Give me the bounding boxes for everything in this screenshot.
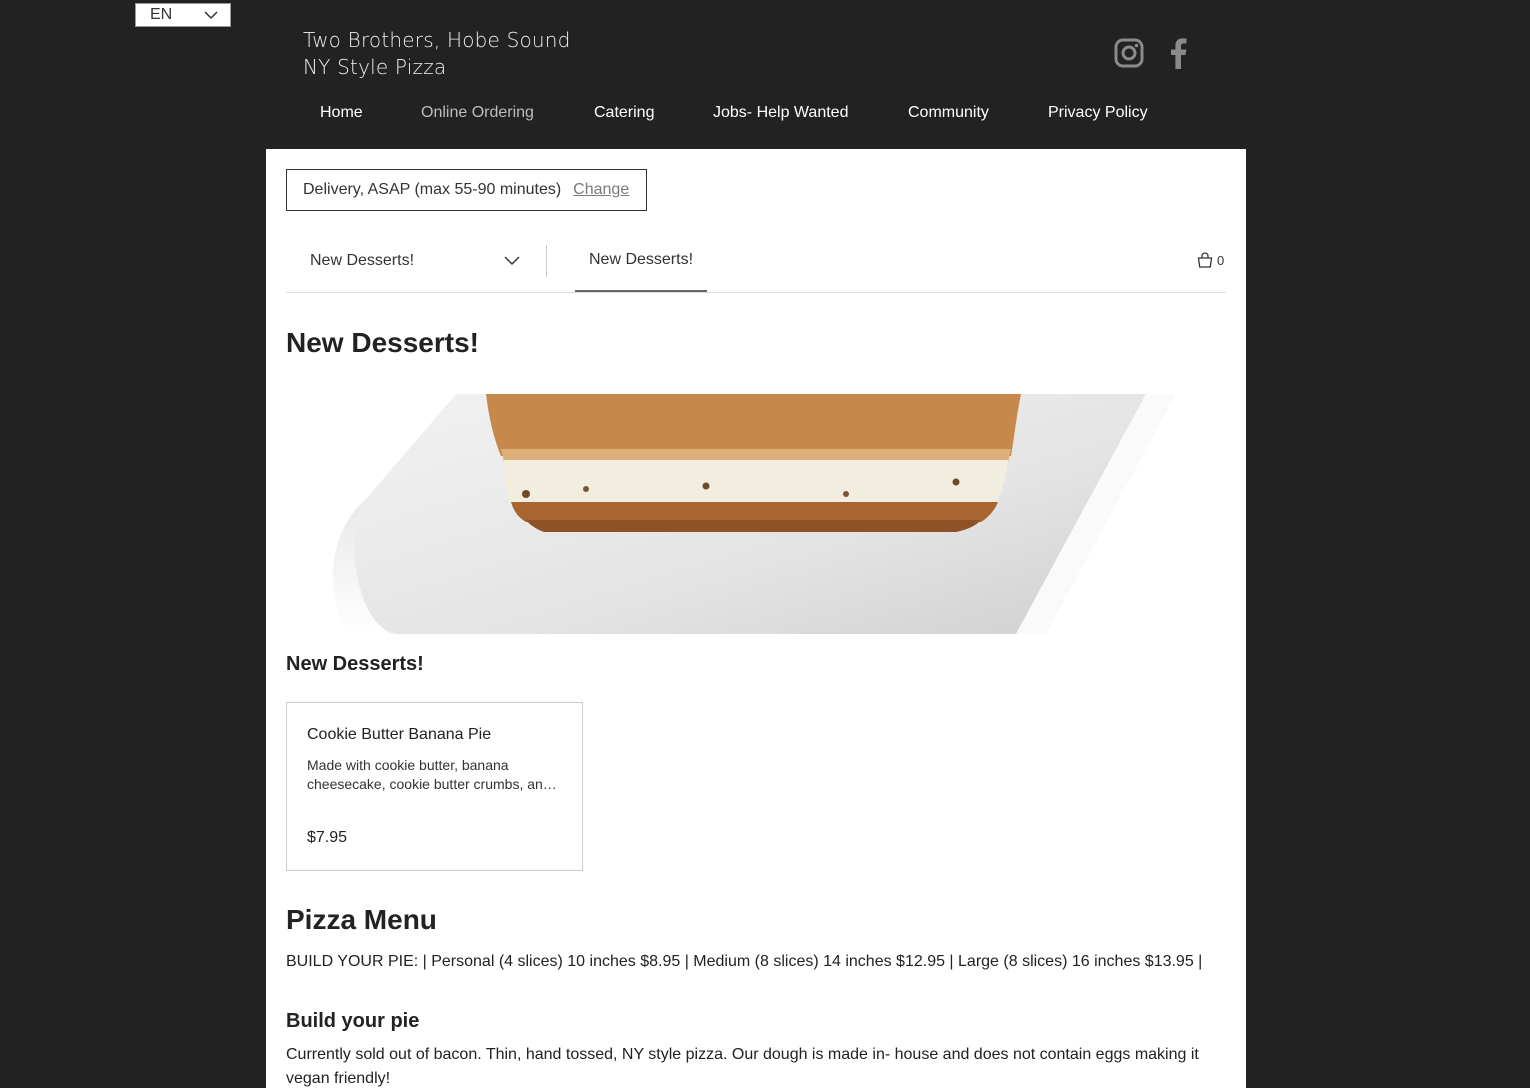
language-selector[interactable]: EN [135, 3, 231, 27]
shopping-bag-icon [1197, 252, 1213, 268]
build-your-pie-description: Currently sold out of bacon. Thin, hand … [286, 1046, 1199, 1087]
menu-bar-divider [546, 245, 547, 277]
facebook-icon [1171, 38, 1187, 69]
item-price: $7.95 [307, 829, 348, 846]
site-title-line2: NY Style Pizza [303, 55, 447, 79]
change-delivery-link[interactable]: Change [573, 181, 629, 199]
nav-item-privacy-policy[interactable]: Privacy Policy [1048, 104, 1148, 122]
subsection-title: New Desserts! [286, 653, 424, 675]
menu-dropdown-value: New Desserts! [310, 252, 415, 269]
pizza-menu-title: Pizza Menu [286, 904, 437, 935]
facebook-link[interactable] [1166, 36, 1190, 70]
item-description: Made with cookie butter, banana cheeseca… [307, 757, 563, 792]
menu-item-card[interactable]: Cookie Butter Banana Pie Made with cooki… [286, 702, 583, 871]
tab-new-desserts[interactable]: New Desserts! [575, 243, 707, 293]
instagram-link[interactable] [1113, 36, 1145, 70]
cart-button[interactable]: 0 [1197, 252, 1224, 268]
main-nav: Home Online Ordering Catering Jobs- Help… [0, 104, 1530, 130]
nav-item-online-ordering[interactable]: Online Ordering [421, 104, 534, 122]
cart-count: 0 [1217, 252, 1225, 268]
chevron-down-icon [504, 256, 520, 266]
section-title: New Desserts! [286, 327, 479, 358]
menu-bar-bottom-divider [286, 292, 1226, 293]
nav-item-jobs[interactable]: Jobs- Help Wanted [713, 104, 848, 122]
nav-item-community[interactable]: Community [908, 104, 989, 122]
nav-item-catering[interactable]: Catering [594, 104, 654, 122]
chevron-down-icon [204, 10, 218, 19]
item-name: Cookie Butter Banana Pie [307, 726, 492, 743]
build-your-pie-sizes: BUILD YOUR PIE: | Personal (4 slices) 10… [286, 953, 1203, 970]
site-title-line1: Two Brothers, Hobe Sound [303, 28, 571, 52]
ordering-panel: Delivery, ASAP (max 55-90 minutes) Chang… [266, 149, 1246, 1088]
delivery-info-box: Delivery, ASAP (max 55-90 minutes) Chang… [286, 169, 647, 211]
build-your-pie-title: Build your pie [286, 1010, 420, 1032]
delivery-text: Delivery, ASAP (max 55-90 minutes) [303, 181, 562, 198]
site-title[interactable]: Two Brothers, Hobe Sound NY Style Pizza [303, 27, 571, 81]
language-value: EN [150, 6, 173, 23]
instagram-icon [1114, 38, 1144, 68]
menu-dropdown[interactable]: New Desserts! [310, 249, 520, 273]
nav-item-home[interactable]: Home [320, 104, 363, 122]
dessert-hero-image [286, 394, 1226, 634]
